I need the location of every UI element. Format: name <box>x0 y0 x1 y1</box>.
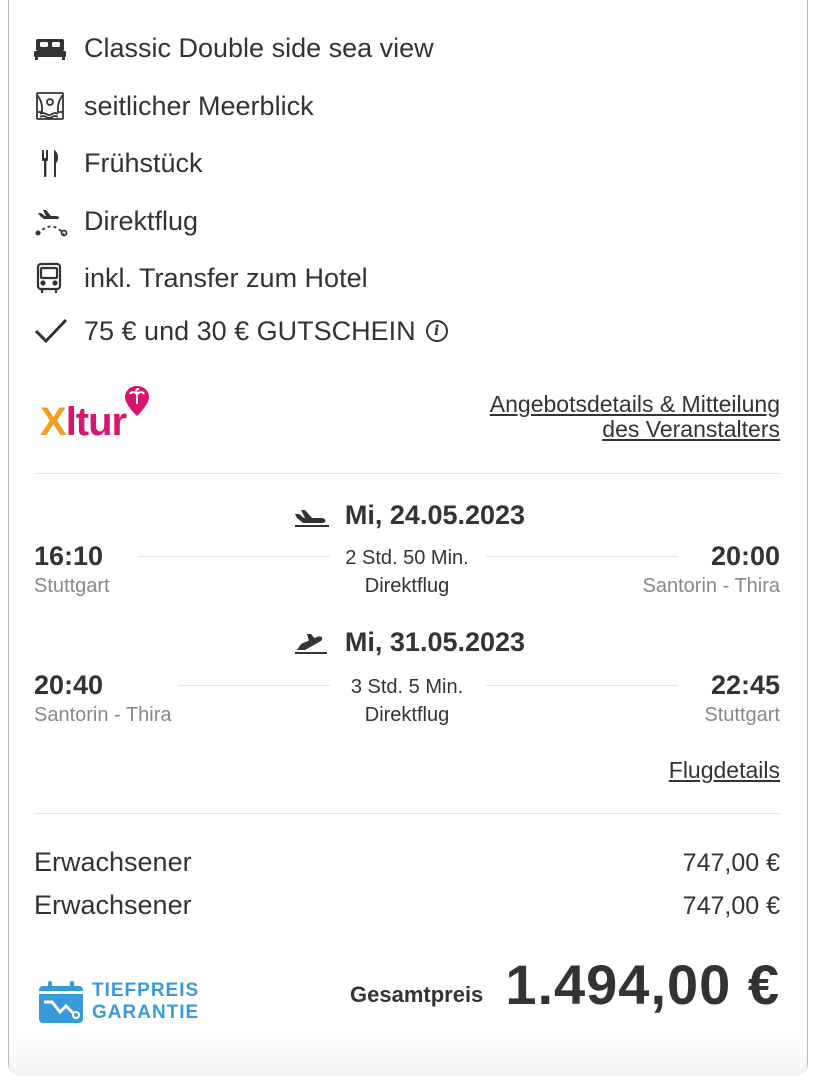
card-bottom-fade <box>9 1036 807 1076</box>
outbound-depart-time: 16:10 <box>34 541 104 571</box>
outbound-type: Direktflug <box>364 575 450 597</box>
feature-flight: Direktflug <box>34 201 198 241</box>
feature-board-label: Frühstück <box>84 147 203 178</box>
return-arrive-time: 22:45 <box>710 670 780 700</box>
arrival-plane-icon <box>294 633 327 654</box>
return-date-row: Mi, 31.05.2023 <box>0 627 816 658</box>
return-duration: 3 Std. 5 Min. <box>350 676 464 698</box>
info-icon[interactable]: i <box>425 320 448 342</box>
departure-plane-icon <box>294 509 329 527</box>
price-value-adult-2: 747,00 € <box>682 892 780 920</box>
calendar-trend-icon <box>39 981 83 1023</box>
flight-details-link[interactable]: Flugdetails <box>669 758 780 783</box>
return-depart-city: Santorin - Thira <box>34 704 172 726</box>
checkmark-icon <box>34 315 70 347</box>
return-depart-time: 20:40 <box>34 670 104 700</box>
operator-logo: Xltur <box>40 386 150 444</box>
price-label-adult-2: Erwachsener <box>34 890 192 920</box>
outbound-arrive-city: Santorin - Thira <box>642 575 780 597</box>
outbound-date-row: Mi, 24.05.2023 <box>0 500 816 531</box>
cutlery-icon <box>34 147 70 179</box>
feature-transfer-label: inkl. Transfer zum Hotel <box>84 262 368 293</box>
direct-flight-icon <box>34 205 70 237</box>
return-line-right <box>486 685 678 686</box>
total-label: Gesamtpreis <box>350 982 484 1007</box>
feature-voucher-label: 75 € und 30 € GUTSCHEIN <box>84 315 416 346</box>
palm-tree-icon <box>125 386 150 416</box>
divider <box>34 813 780 814</box>
outbound-depart-city: Stuttgart <box>34 575 110 597</box>
price-label-adult-1: Erwachsener <box>34 847 192 877</box>
feature-voucher: 75 € und 30 € GUTSCHEIN i <box>34 311 448 351</box>
bus-icon <box>34 262 70 294</box>
outbound-arrive-time: 20:00 <box>710 541 780 571</box>
feature-view-label: seitlicher Meerblick <box>84 90 314 121</box>
offer-details-link[interactable]: Angebotsdetails & Mitteilung des Veranst… <box>490 392 780 442</box>
feature-room-label: Classic Double side sea view <box>84 32 434 63</box>
outbound-duration: 2 Std. 50 Min. <box>345 547 469 569</box>
feature-transfer: inkl. Transfer zum Hotel <box>34 258 368 298</box>
divider <box>34 473 780 474</box>
badge-line-1: TIEFPREIS <box>92 980 200 1001</box>
sea-view-icon <box>34 90 70 122</box>
price-value-adult-1: 747,00 € <box>682 849 780 877</box>
total-price: 1.494,00 € <box>505 953 780 1016</box>
feature-room: Classic Double side sea view <box>34 28 434 68</box>
feature-flight-label: Direktflug <box>84 205 199 236</box>
outbound-date: Mi, 24.05.2023 <box>344 500 526 530</box>
badge-line-2: GARANTIE <box>92 1002 200 1023</box>
lowest-price-guarantee-badge: TIEFPREIS GARANTIE <box>38 980 199 1024</box>
feature-view: seitlicher Meerblick <box>34 86 314 126</box>
outbound-line-right <box>486 556 678 557</box>
bed-icon <box>34 32 70 64</box>
return-type: Direktflug <box>364 704 450 726</box>
return-arrive-city: Stuttgart <box>704 704 780 726</box>
feature-board: Frühstück <box>34 143 203 183</box>
return-date: Mi, 31.05.2023 <box>344 627 526 657</box>
